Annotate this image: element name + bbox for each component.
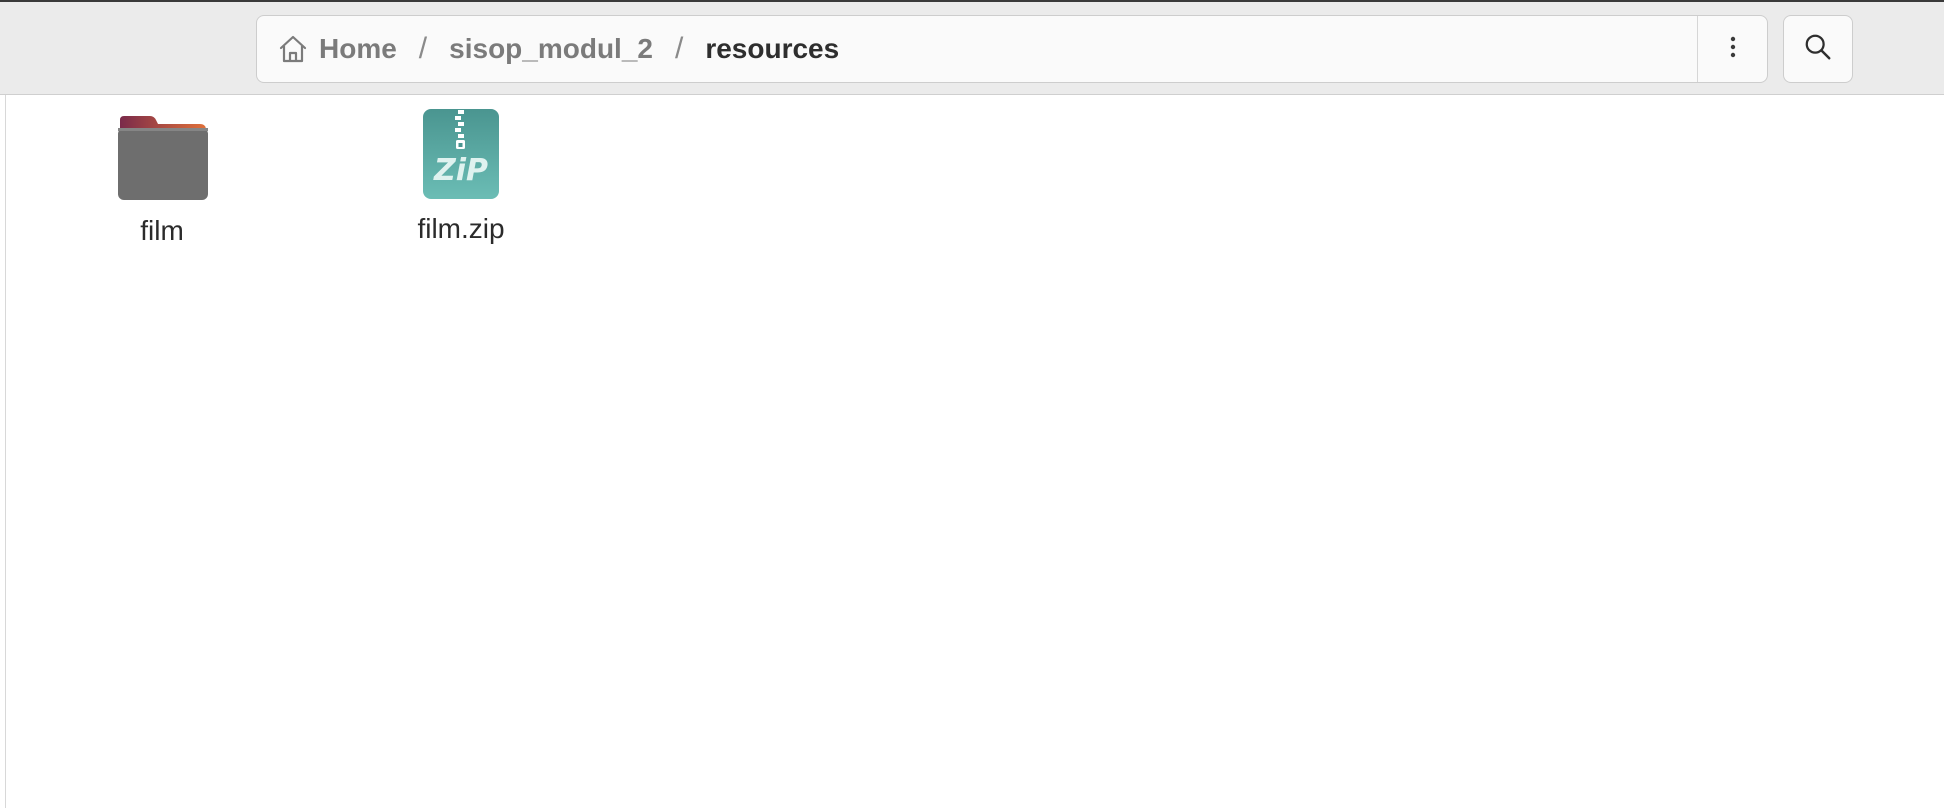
- file-manager-window: Home / sisop_modul_2 / resources film Zi…: [0, 0, 1944, 808]
- breadcrumb-separator: /: [418, 32, 428, 65]
- file-item-zip[interactable]: ZiP film.zip: [371, 109, 551, 245]
- breadcrumb: Home / sisop_modul_2 / resources: [257, 16, 1697, 82]
- search-button[interactable]: [1783, 15, 1853, 83]
- path-bar: Home / sisop_modul_2 / resources: [256, 15, 1768, 83]
- home-icon: [277, 33, 309, 65]
- file-name: film.zip: [417, 213, 505, 244]
- breadcrumb-home-label: Home: [319, 33, 397, 64]
- vertical-ellipsis-icon: [1729, 35, 1737, 64]
- breadcrumb-current-label: resources: [705, 33, 840, 64]
- breadcrumb-label: sisop_modul_2: [449, 33, 653, 64]
- breadcrumb-home[interactable]: Home: [277, 33, 397, 65]
- search-icon: [1803, 32, 1833, 67]
- file-icon-wrapper: [72, 111, 252, 207]
- folder-icon: [114, 114, 210, 207]
- file-item-folder[interactable]: film: [72, 111, 252, 247]
- header-bar: Home / sisop_modul_2 / resources: [0, 0, 1944, 95]
- breadcrumb-sisop-modul-2[interactable]: sisop_modul_2: [449, 33, 653, 65]
- breadcrumb-resources[interactable]: resources: [705, 33, 839, 65]
- file-icon-wrapper: ZiP: [371, 109, 551, 205]
- file-grid: film ZiP film.zip: [6, 95, 1944, 808]
- breadcrumb-separator: /: [674, 32, 684, 65]
- file-name: film: [140, 215, 184, 246]
- zip-archive-icon: ZiP: [422, 108, 500, 205]
- path-menu-button[interactable]: [1697, 16, 1767, 82]
- svg-text:ZiP: ZiP: [433, 153, 488, 188]
